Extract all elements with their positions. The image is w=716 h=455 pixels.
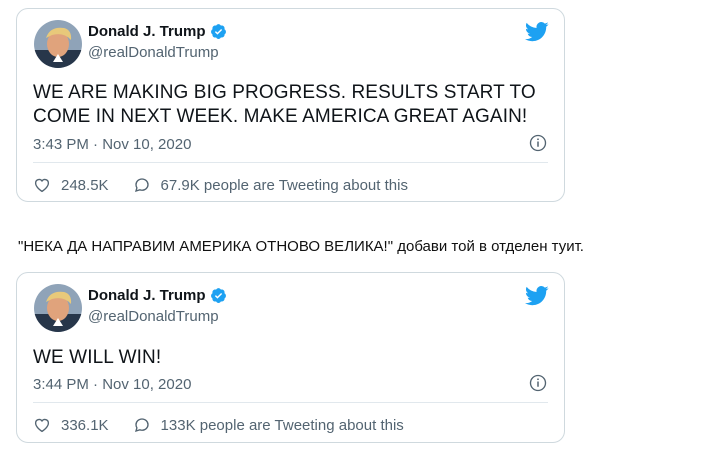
like-button[interactable]: 336.1K <box>33 416 109 434</box>
like-button[interactable]: 248.5K <box>33 176 109 194</box>
tweet-text: WE WILL WIN! <box>33 347 162 368</box>
verified-badge-icon <box>210 288 226 303</box>
heart-icon <box>34 178 50 193</box>
tweet-timestamp[interactable]: 3:43 PM · Nov 10, 2020 <box>33 136 191 153</box>
speech-bubble-icon <box>134 178 149 193</box>
heart-icon <box>34 418 50 433</box>
tweet-card-1[interactable]: Donald J. Trump @realDonaldTrump WE ARE … <box>16 8 565 202</box>
tweet-card-2[interactable]: Donald J. Trump @realDonaldTrump WE WILL… <box>16 272 565 443</box>
twitter-bird-icon[interactable] <box>525 22 549 42</box>
avatar[interactable] <box>34 284 82 332</box>
speech-bubble-icon <box>134 418 149 433</box>
author-handle[interactable]: @realDonaldTrump <box>88 44 219 61</box>
verified-badge-icon <box>210 24 226 39</box>
tweet-timestamp[interactable]: 3:44 PM · Nov 10, 2020 <box>33 376 191 393</box>
conversation-link[interactable]: 67.9K people are Tweeting about this <box>133 176 408 194</box>
avatar[interactable] <box>34 20 82 68</box>
tweet-text: WE ARE MAKING BIG PROGRESS. RESULTS STAR… <box>33 82 536 127</box>
twitter-bird-icon[interactable] <box>525 286 549 306</box>
author-name[interactable]: Donald J. Trump <box>88 23 206 40</box>
conversation-text: 67.9K people are Tweeting about this <box>160 176 408 194</box>
article-caption: "НЕКА ДА НАПРАВИМ АМЕРИКА ОТНОВО ВЕЛИКА!… <box>18 238 584 255</box>
like-count: 248.5K <box>61 176 109 194</box>
conversation-text: 133K people are Tweeting about this <box>160 416 404 434</box>
divider <box>33 402 548 403</box>
info-icon[interactable] <box>529 134 547 152</box>
author-name[interactable]: Donald J. Trump <box>88 287 206 304</box>
info-icon[interactable] <box>529 374 547 392</box>
divider <box>33 162 548 163</box>
author-handle[interactable]: @realDonaldTrump <box>88 308 219 325</box>
conversation-link[interactable]: 133K people are Tweeting about this <box>133 416 404 434</box>
like-count: 336.1K <box>61 416 109 434</box>
